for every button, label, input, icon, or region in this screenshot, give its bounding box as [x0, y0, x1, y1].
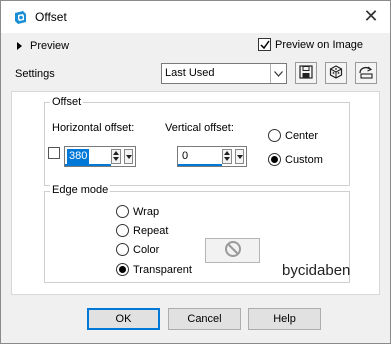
- radio-selected-icon: [268, 153, 281, 166]
- focus-underline: [65, 164, 111, 166]
- help-button[interactable]: Help: [248, 308, 321, 330]
- offset-group: [44, 102, 350, 186]
- cancel-button[interactable]: Cancel: [168, 308, 241, 330]
- close-icon[interactable]: ✕: [360, 6, 382, 28]
- watermark-text: bycidaben: [282, 262, 351, 279]
- radio-unselected-icon: [116, 224, 129, 237]
- horizontal-offset-spinner[interactable]: 380: [64, 146, 136, 167]
- edge-transparent-label: Transparent: [133, 263, 192, 276]
- edge-wrap-radio[interactable]: Wrap: [116, 205, 159, 218]
- edge-color-radio[interactable]: Color: [116, 243, 159, 256]
- offset-lock-checkbox[interactable]: [48, 147, 60, 159]
- edge-transparent-radio[interactable]: Transparent: [116, 263, 192, 276]
- radio-unselected-icon: [268, 129, 281, 142]
- spin-down-icon[interactable]: [112, 156, 120, 162]
- spin-down-icon[interactable]: [223, 156, 231, 162]
- custom-label: Custom: [285, 153, 323, 166]
- focus-underline: [178, 164, 222, 166]
- preview-on-image-checkbox[interactable]: Preview on Image: [258, 38, 363, 51]
- edge-repeat-label: Repeat: [133, 224, 169, 237]
- vertical-dropdown-icon[interactable]: [235, 149, 244, 164]
- vertical-offset-label: Vertical offset:: [165, 122, 234, 134]
- preview-expander[interactable]: Preview: [17, 39, 69, 53]
- edge-wrap-label: Wrap: [133, 205, 160, 218]
- save-preset-button[interactable]: [295, 62, 317, 84]
- radio-unselected-icon: [116, 205, 129, 218]
- reset-preset-button[interactable]: [325, 62, 347, 84]
- ok-button[interactable]: OK: [87, 308, 160, 330]
- offset-dialog: Offset ✕ Preview Preview on Image Settin…: [0, 0, 391, 344]
- checkbox-checked-icon: [258, 38, 271, 51]
- horizontal-offset-label: Horizontal offset:: [52, 122, 135, 134]
- expand-arrow-icon: [17, 42, 22, 50]
- settings-value: Last Used: [165, 67, 215, 79]
- manage-presets-button[interactable]: [355, 62, 377, 84]
- save-preset-icon: [299, 64, 313, 82]
- radio-unselected-icon: [116, 243, 129, 256]
- spin-arrows-icon[interactable]: [222, 149, 232, 164]
- offset-group-title: Offset: [50, 96, 84, 108]
- manage-presets-icon: [358, 65, 374, 82]
- offset-app-icon: [13, 10, 28, 25]
- vertical-offset-value[interactable]: 0: [180, 149, 190, 164]
- settings-dropdown[interactable]: Last Used: [161, 63, 287, 84]
- top-panel: Preview Preview on Image Settings Last U…: [1, 33, 390, 91]
- center-radio[interactable]: Center: [268, 129, 318, 142]
- reset-preset-icon: [329, 64, 343, 82]
- horizontal-dropdown-icon[interactable]: [124, 149, 133, 164]
- window-title: Offset: [35, 10, 67, 24]
- vertical-offset-spinner[interactable]: 0: [177, 146, 247, 167]
- edge-color-label: Color: [133, 243, 160, 256]
- preview-on-image-label: Preview on Image: [275, 38, 364, 51]
- preview-label: Preview: [30, 40, 70, 52]
- edge-mode-group-title: Edge mode: [50, 184, 111, 196]
- title-bar: Offset ✕: [1, 1, 390, 33]
- custom-radio[interactable]: Custom: [268, 153, 323, 166]
- main-panel: Offset Horizontal offset: Vertical offse…: [11, 91, 380, 295]
- settings-label: Settings: [15, 68, 55, 80]
- no-color-icon: [224, 240, 242, 261]
- spin-arrows-icon[interactable]: [111, 149, 121, 164]
- horizontal-offset-value[interactable]: 380: [67, 149, 90, 164]
- chevron-down-icon: [270, 64, 286, 83]
- center-label: Center: [285, 129, 319, 142]
- edge-repeat-radio[interactable]: Repeat: [116, 224, 168, 237]
- edge-color-swatch[interactable]: [205, 238, 260, 263]
- radio-selected-icon: [116, 263, 129, 276]
